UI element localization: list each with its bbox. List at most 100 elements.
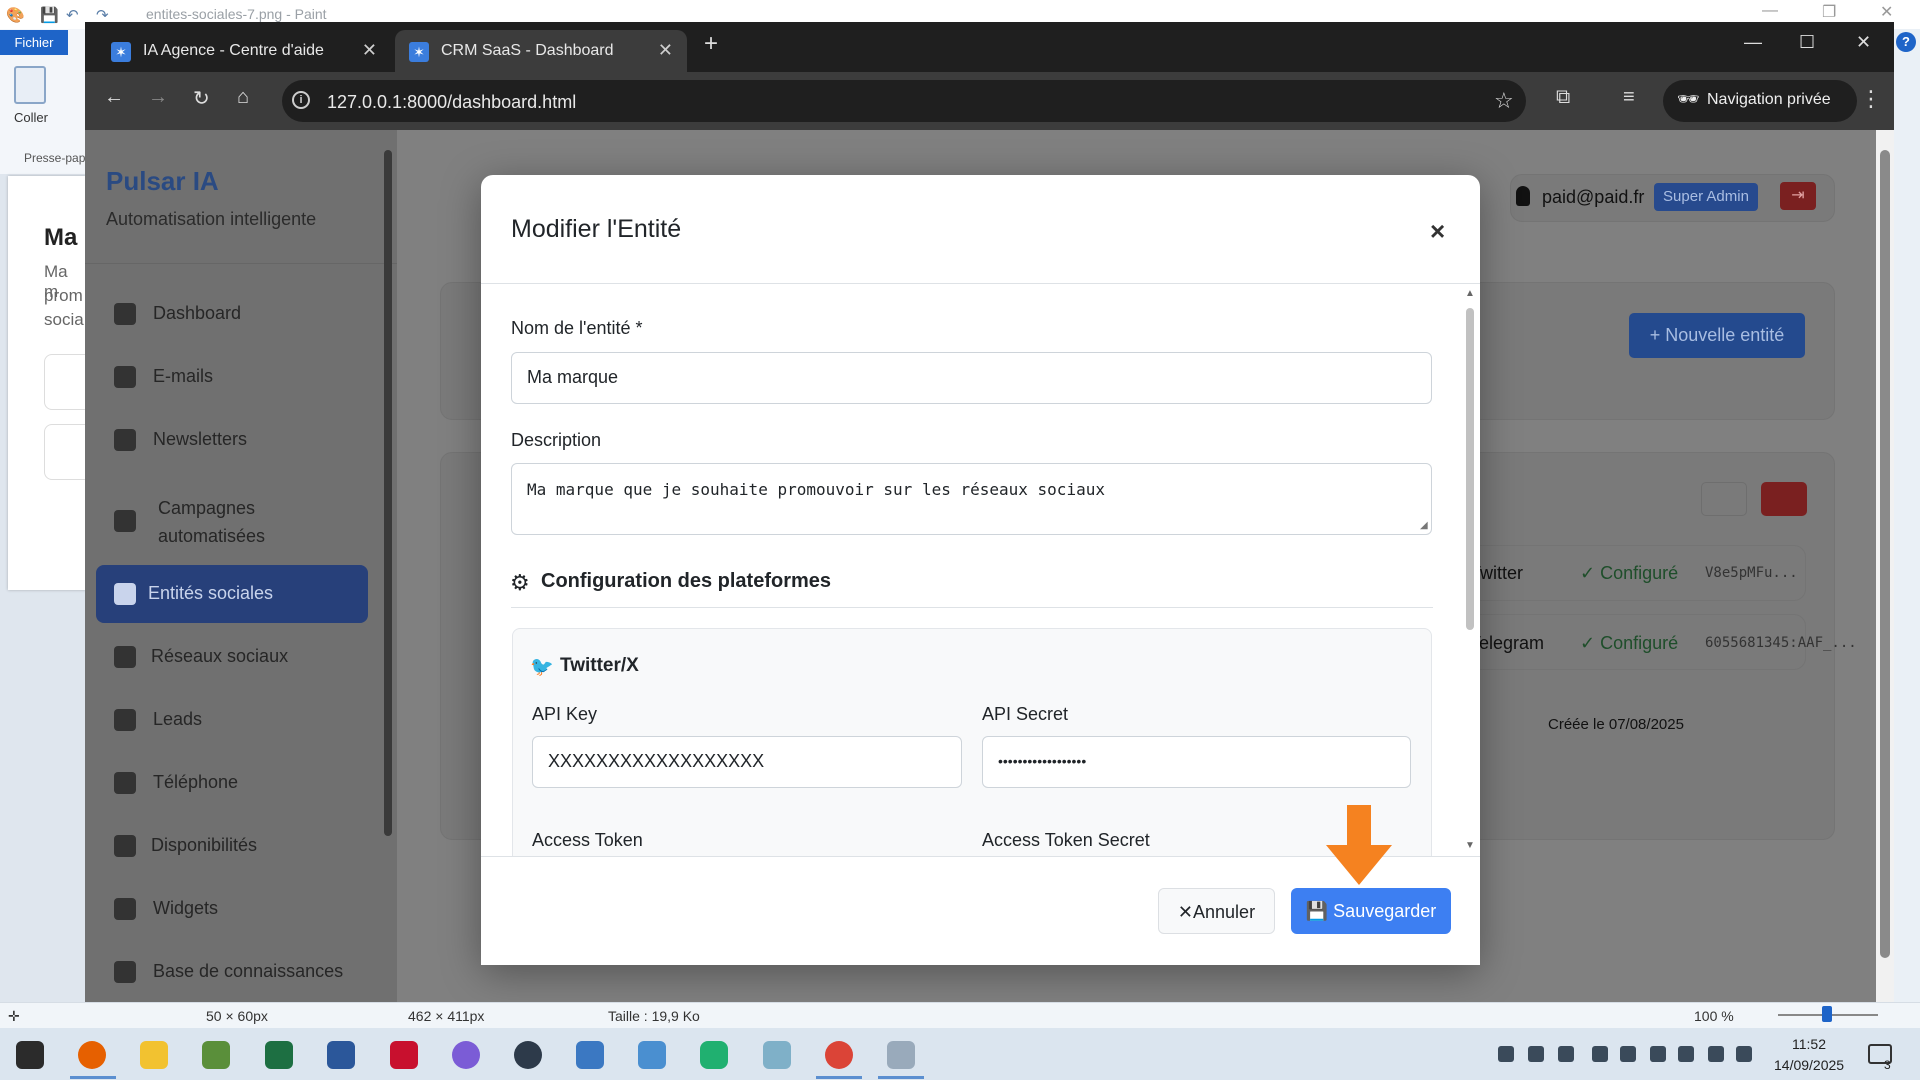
page-scroll-thumb[interactable] <box>1880 150 1890 958</box>
restore-icon[interactable]: ❐ <box>1822 2 1836 22</box>
save-button[interactable]: 💾 Sauvegarder <box>1291 888 1451 934</box>
tray-shield-icon[interactable] <box>1620 1046 1636 1062</box>
chrome-icon[interactable] <box>825 1041 853 1069</box>
entity-name-input[interactable]: Ma marque <box>511 352 1432 404</box>
minimize-icon[interactable]: — <box>1762 2 1778 20</box>
tab-ia-agence[interactable]: ✶ IA Agence - Centre d'aide ✕ <box>97 30 391 72</box>
resize-grip-icon[interactable]: ◢ <box>1420 520 1428 531</box>
brand-name[interactable]: Pulsar IA <box>106 166 219 197</box>
reload-icon[interactable]: ↻ <box>193 86 210 111</box>
wifi-icon[interactable] <box>1650 1046 1666 1062</box>
save-icon[interactable]: 💾 <box>40 6 59 24</box>
sidebar-scrollbar[interactable] <box>383 136 393 1002</box>
firefox-icon[interactable] <box>78 1041 106 1069</box>
api-secret-input[interactable]: •••••••••••••••••• <box>982 736 1411 788</box>
undo-icon[interactable]: ↶ <box>66 6 79 24</box>
modal-scrollbar[interactable]: ▲ ▼ <box>1463 288 1477 854</box>
sidebar-item-base-connaissances[interactable]: Base de connaissances <box>96 943 368 1001</box>
tray-lock-icon[interactable] <box>1528 1046 1544 1062</box>
tab-crm-dashboard[interactable]: ✶ CRM SaaS - Dashboard ✕ <box>395 30 687 72</box>
forward-icon[interactable]: → <box>148 86 168 109</box>
bookmark-star-icon[interactable]: ☆ <box>1494 88 1514 114</box>
app-icon[interactable] <box>452 1041 480 1069</box>
new-entity-button[interactable]: + Nouvelle entité <box>1629 313 1805 358</box>
browser-maximize-icon[interactable]: ☐ <box>1799 32 1815 53</box>
platform-status: ✓ Configuré <box>1580 633 1679 653</box>
name-label: Nom de l'entité * <box>511 318 643 338</box>
tray-icon[interactable] <box>1678 1046 1694 1062</box>
description-textarea[interactable]: Ma marque que je souhaite promouvoir sur… <box>511 463 1432 535</box>
python-icon[interactable] <box>576 1041 604 1069</box>
tray-usb-icon[interactable] <box>1592 1046 1608 1062</box>
site-info-icon[interactable]: i <box>292 91 310 109</box>
api-key-input[interactable]: XXXXXXXXXXXXXXXXXX <box>532 736 962 788</box>
app-icon[interactable] <box>638 1041 666 1069</box>
browser-minimize-icon[interactable]: — <box>1744 32 1762 53</box>
battery-icon[interactable] <box>1708 1046 1724 1062</box>
media-icon[interactable]: ≡ <box>1623 86 1635 109</box>
lens-icon[interactable]: ⧉ <box>1556 86 1570 109</box>
word-icon[interactable] <box>327 1041 355 1069</box>
gear-icon: ⚙ <box>510 570 530 595</box>
tab-favicon-icon: ✶ <box>409 42 429 62</box>
vpn-icon[interactable] <box>514 1041 542 1069</box>
private-label: Navigation privée <box>1707 91 1831 108</box>
close-icon[interactable]: ✕ <box>1880 2 1893 22</box>
sidebar-item-newsletters[interactable]: Newsletters <box>96 411 368 469</box>
clock-date[interactable]: 14/09/2025 <box>1774 1057 1844 1073</box>
puzzle-icon <box>114 898 136 920</box>
sidebar-item-label: E-mails <box>153 366 214 386</box>
logout-button[interactable]: ⇥ <box>1780 182 1816 210</box>
app-icon[interactable] <box>390 1041 418 1069</box>
fichier-tab[interactable]: Fichier <box>0 30 68 55</box>
browser-menu-icon[interactable]: ⋮ <box>1860 86 1882 112</box>
new-tab-icon[interactable]: + <box>704 30 718 58</box>
page-scrollbar[interactable] <box>1876 130 1894 1008</box>
sidebar-item-widgets[interactable]: Widgets <box>96 880 368 938</box>
tab-label: IA Agence - Centre d'aide <box>143 42 324 59</box>
coller-label[interactable]: Coller <box>14 110 48 125</box>
scroll-up-icon[interactable]: ▲ <box>1465 288 1475 299</box>
sidebar-scroll-thumb[interactable] <box>384 150 392 836</box>
volume-icon[interactable] <box>1736 1046 1752 1062</box>
tab-close-icon[interactable]: ✕ <box>362 40 377 61</box>
tray-icon[interactable] <box>1558 1046 1574 1062</box>
excel-icon[interactable] <box>265 1041 293 1069</box>
tray-icon[interactable] <box>1498 1046 1514 1062</box>
app-icon[interactable] <box>763 1041 791 1069</box>
private-browsing-chip[interactable]: 🕶 Navigation privée <box>1663 80 1857 122</box>
clock-time[interactable]: 11:52 <box>1792 1036 1826 1052</box>
start-icon[interactable] <box>16 1041 44 1069</box>
modal-close-icon[interactable]: × <box>1430 216 1445 247</box>
file-explorer-icon[interactable] <box>140 1041 168 1069</box>
zoom-slider-thumb[interactable] <box>1822 1006 1832 1022</box>
status-text: Configuré <box>1600 633 1679 653</box>
sidebar-item-disponibilites[interactable]: Disponibilités <box>96 817 368 875</box>
help-icon[interactable]: ? <box>1896 32 1916 52</box>
app-icon[interactable] <box>202 1041 230 1069</box>
sidebar-item-label: Leads <box>153 709 203 729</box>
sidebar-item-telephone[interactable]: Téléphone <box>96 754 368 812</box>
delete-entity-button[interactable] <box>1761 482 1807 516</box>
sidebar-item-dashboard[interactable]: Dashboard <box>96 285 368 343</box>
modal-scroll-thumb[interactable] <box>1466 308 1474 630</box>
scroll-down-icon[interactable]: ▼ <box>1465 840 1475 851</box>
paint-canvas[interactable]: Ma Ma m prom socia <box>8 176 86 590</box>
sidebar-item-campagnes[interactable]: Campagnes automatisées <box>96 486 368 556</box>
platform-token: V8e5pMFu... <box>1705 565 1798 581</box>
sidebar-item-reseaux-sociaux[interactable]: Réseaux sociaux <box>96 628 368 686</box>
clipboard-icon[interactable] <box>14 66 46 104</box>
sidebar-item-entites-sociales[interactable]: Entités sociales <box>96 565 368 623</box>
access-token-secret-label: Access Token Secret <box>982 830 1150 850</box>
browser-close-icon[interactable]: ✕ <box>1856 32 1871 53</box>
edit-entity-button[interactable] <box>1701 482 1747 516</box>
home-icon[interactable]: ⌂ <box>237 86 249 109</box>
tab-close-icon[interactable]: ✕ <box>658 40 673 61</box>
back-icon[interactable]: ← <box>104 86 124 109</box>
paint-icon[interactable] <box>887 1041 915 1069</box>
url-text[interactable]: 127.0.0.1:8000/dashboard.html <box>327 92 576 113</box>
app-icon[interactable] <box>700 1041 728 1069</box>
sidebar-item-leads[interactable]: Leads <box>96 691 368 749</box>
sidebar-item-emails[interactable]: E-mails <box>96 348 368 406</box>
cancel-button[interactable]: ✕Annuler <box>1158 888 1275 934</box>
